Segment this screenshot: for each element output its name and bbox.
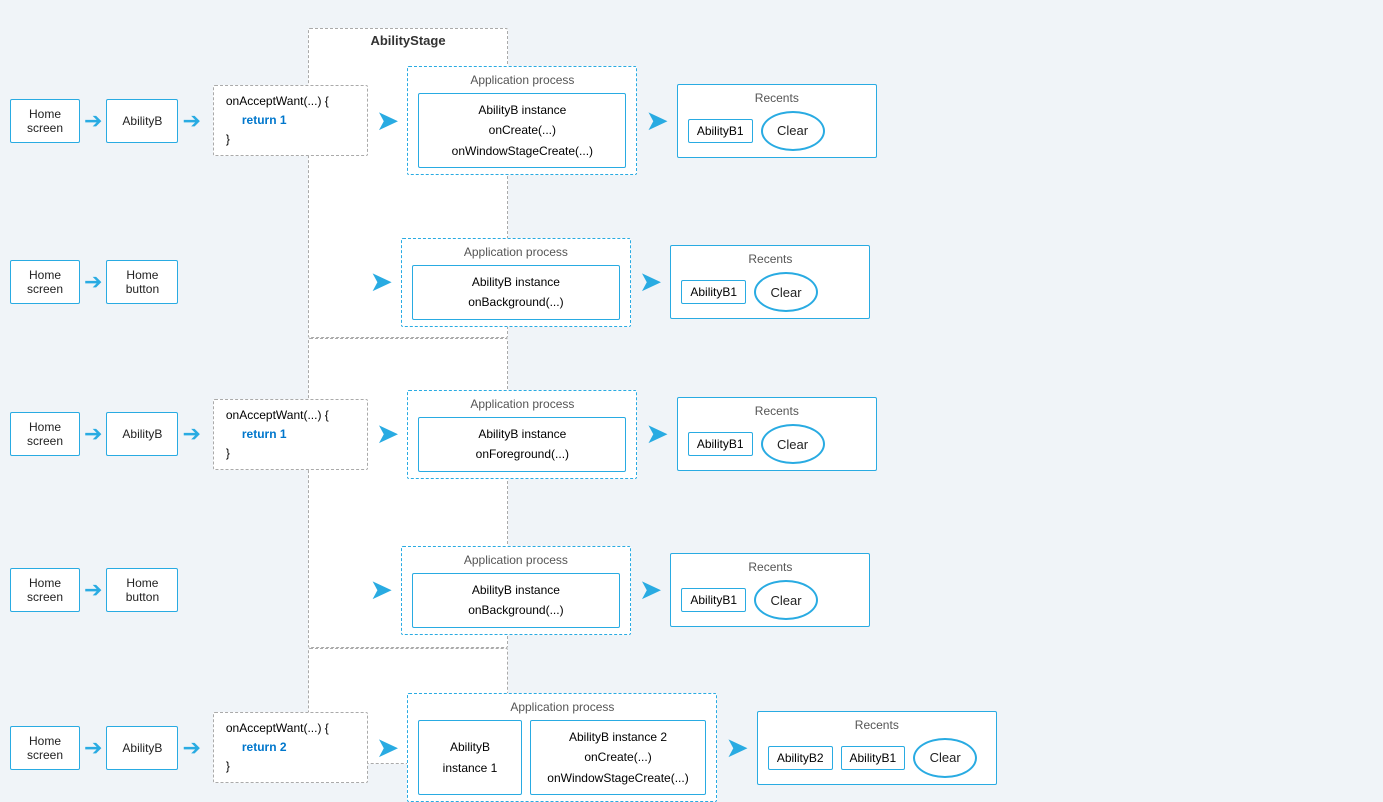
arrow-5c: ➤ <box>376 734 399 762</box>
code-line-2: return 1 <box>242 111 355 130</box>
recents-box-2: Recents AbilityB1 Clear <box>670 245 870 319</box>
app-process-title-1: Application process <box>418 73 626 87</box>
recents-item-3a: AbilityB1 <box>688 432 753 456</box>
code-line-5a: onAcceptWant(...) { <box>226 719 355 738</box>
arrow-5a: ➔ <box>84 737 102 759</box>
recents-box-1: Recents AbilityB1 Clear <box>677 84 877 158</box>
arrow-2d: ➤ <box>639 268 662 296</box>
app-process-title-4: Application process <box>412 553 620 567</box>
recents-inner-5: AbilityB2 AbilityB1 Clear <box>768 738 986 778</box>
row-2: Home screen ➔ Home button ➤ Application … <box>10 238 870 327</box>
arrow-3d: ➤ <box>645 420 668 448</box>
recents-title-5: Recents <box>768 718 986 732</box>
home-screen-box-4: Home screen <box>10 568 80 612</box>
recents-inner-2: AbilityB1 Clear <box>681 272 859 312</box>
recents-item-1a: AbilityB1 <box>688 119 753 143</box>
arrow-4a: ➔ <box>84 579 102 601</box>
code-box-3: onAcceptWant(...) { return 1 } <box>213 399 368 471</box>
app-process-inner-3: AbilityB instanceonForeground(...) <box>418 417 626 472</box>
home-screen-box-3: Home screen <box>10 412 80 456</box>
clear-oval-2[interactable]: Clear <box>754 272 818 312</box>
arrow-4c: ➤ <box>369 576 392 604</box>
code-line-3a: onAcceptWant(...) { <box>226 406 355 425</box>
home-screen-box-1: Home screen <box>10 99 80 143</box>
arrow-1c: ➤ <box>376 107 399 135</box>
ability-b-box-3: AbilityB <box>106 412 178 456</box>
ability-b-box-5: AbilityB <box>106 726 178 770</box>
app-process-inner-2: AbilityB instanceonBackground(...) <box>412 265 620 320</box>
arrow-4d: ➤ <box>639 576 662 604</box>
app-process-box-1: Application process AbilityB instanceonC… <box>407 66 637 175</box>
clear-oval-5[interactable]: Clear <box>913 738 977 778</box>
recents-inner-3: AbilityB1 Clear <box>688 424 866 464</box>
app-process-box-3: Application process AbilityB instanceonF… <box>407 390 637 479</box>
arrow-3a: ➔ <box>84 423 102 445</box>
code-box-1: onAcceptWant(...) { return 1 } <box>213 85 368 157</box>
app-process-title-5: Application process <box>418 700 706 714</box>
recents-box-4: Recents AbilityB1 Clear <box>670 553 870 627</box>
arrow-1b: ➔ <box>182 110 200 132</box>
recents-inner-4: AbilityB1 Clear <box>681 580 859 620</box>
arrow-5b: ➔ <box>182 737 200 759</box>
row-4: Home screen ➔ Home button ➤ Application … <box>10 546 870 635</box>
diagram: AbilityStage Home screen ➔ AbilityB ➔ on… <box>0 0 1383 773</box>
clear-oval-3[interactable]: Clear <box>761 424 825 464</box>
recents-item-5a: AbilityB2 <box>768 746 833 770</box>
code-line-1: onAcceptWant(...) { <box>226 92 355 111</box>
app-process-box-2: Application process AbilityB instanceonB… <box>401 238 631 327</box>
app-process-title-3: Application process <box>418 397 626 411</box>
recents-title-1: Recents <box>688 91 866 105</box>
home-screen-box-2: Home screen <box>10 260 80 304</box>
recents-title-3: Recents <box>688 404 866 418</box>
home-screen-box-5: Home screen <box>10 726 80 770</box>
arrow-1d: ➤ <box>645 107 668 135</box>
recents-box-3: Recents AbilityB1 Clear <box>677 397 877 471</box>
recents-box-5: Recents AbilityB2 AbilityB1 Clear <box>757 711 997 785</box>
app-process-inner-4: AbilityB instanceonBackground(...) <box>412 573 620 628</box>
code-line-3b: return 1 <box>242 425 355 444</box>
recents-title-2: Recents <box>681 252 859 266</box>
recents-title-4: Recents <box>681 560 859 574</box>
clear-oval-1[interactable]: Clear <box>761 111 825 151</box>
arrow-2a: ➔ <box>84 271 102 293</box>
recents-item-2a: AbilityB1 <box>681 280 746 304</box>
arrow-3c: ➤ <box>376 420 399 448</box>
arrow-1a: ➔ <box>84 110 102 132</box>
app-process-inner-5b: AbilityB instance 2onCreate(...)onWindow… <box>530 720 707 795</box>
code-line-3c: } <box>226 444 355 463</box>
home-button-box-2: Home button <box>106 568 178 612</box>
code-line-5c: } <box>226 757 355 776</box>
app-process-box-5: Application process AbilityB instance 1 … <box>407 693 717 802</box>
code-line-5b: return 2 <box>242 738 355 757</box>
app-process-box-4: Application process AbilityB instanceonB… <box>401 546 631 635</box>
home-button-box-1: Home button <box>106 260 178 304</box>
row-5: Home screen ➔ AbilityB ➔ onAcceptWant(..… <box>10 693 997 802</box>
clear-oval-4[interactable]: Clear <box>754 580 818 620</box>
app-process-inner-1: AbilityB instanceonCreate(...)onWindowSt… <box>418 93 626 168</box>
row-1: Home screen ➔ AbilityB ➔ onAcceptWant(..… <box>10 66 877 175</box>
recents-item-5b: AbilityB1 <box>841 746 906 770</box>
row-3: Home screen ➔ AbilityB ➔ onAcceptWant(..… <box>10 390 877 479</box>
ability-b-box-1: AbilityB <box>106 99 178 143</box>
arrow-5d: ➤ <box>725 734 748 762</box>
arrow-3b: ➔ <box>182 423 200 445</box>
recents-item-4a: AbilityB1 <box>681 588 746 612</box>
ability-stage-title-1: AbilityStage <box>309 33 507 48</box>
recents-inner-1: AbilityB1 Clear <box>688 111 866 151</box>
arrow-2c: ➤ <box>369 268 392 296</box>
app-process-title-2: Application process <box>412 245 620 259</box>
app-process-inner-5a: AbilityB instance 1 <box>418 720 521 795</box>
code-line-3: } <box>226 130 355 149</box>
